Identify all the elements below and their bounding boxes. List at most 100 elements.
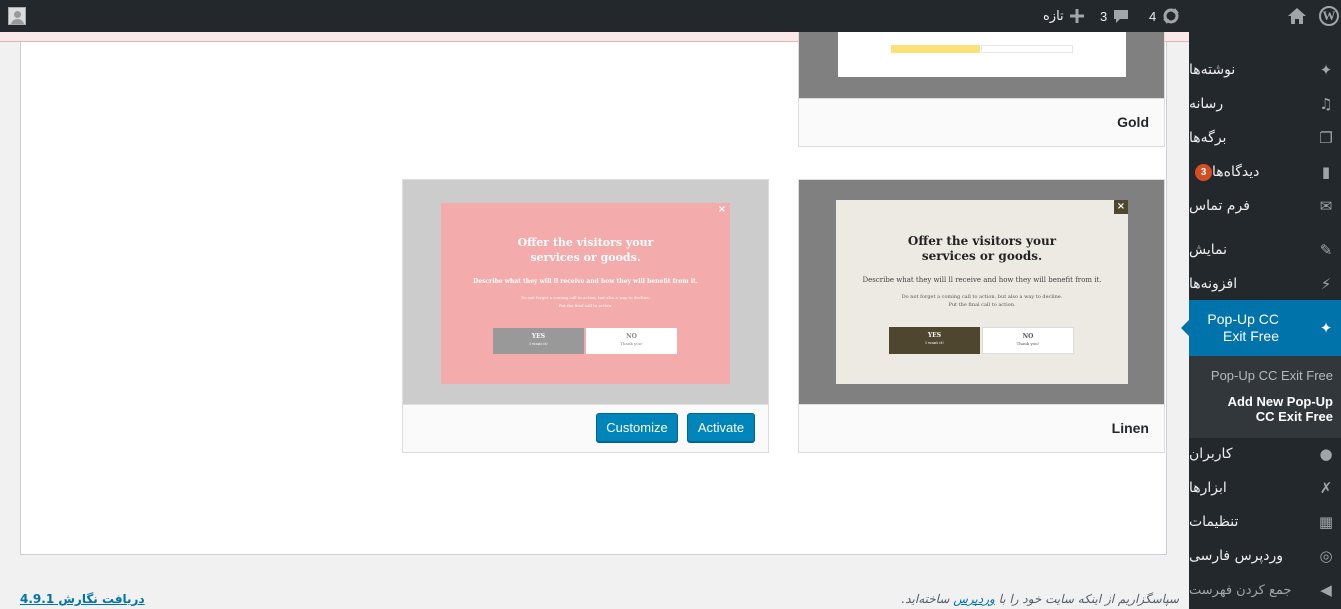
submenu-item-all-popups[interactable]: Pop-Up CC Exit Free <box>1193 368 1337 383</box>
menu-item-label: Pop-Up CC Exit Free <box>1207 311 1279 344</box>
popup-small-text-1: Do not forget a coming call to action, b… <box>901 294 1063 300</box>
submenu-item-add-new-popup[interactable]: Add New Pop-Up CC Exit Free <box>1211 394 1337 424</box>
menu-item-label: برگه‌ها <box>1189 130 1227 146</box>
themes-panel: Gold × Offer the visitors your services … <box>20 32 1167 555</box>
menu-item-appearance[interactable]: ✎ نمایش <box>1189 233 1341 267</box>
footer-upgrade-link[interactable]: دریافت نگارش 4.9.1 <box>20 592 145 606</box>
wordpress-icon: ◎ <box>1319 547 1333 565</box>
wordpress-link[interactable]: وردپرس <box>953 592 995 606</box>
settings-icon: ▦ <box>1318 513 1334 531</box>
popup-title: Offer the visitors your services or good… <box>517 236 654 264</box>
menu-item-collapse[interactable]: ◀ جمع کردن فهرست <box>1189 573 1341 607</box>
comment-icon: ▮ <box>1321 163 1331 181</box>
comments-count: 3 <box>1100 8 1108 24</box>
close-icon: × <box>717 204 727 215</box>
no-label: NO <box>1022 333 1034 340</box>
menu-item-popup-cc-exit[interactable]: ✦ Pop-Up CC Exit Free <box>1181 300 1341 356</box>
pink-popup-preview: × Offer the visitors your services or go… <box>441 203 730 384</box>
comments-menu[interactable]: 3 <box>1100 0 1129 32</box>
activate-button[interactable]: Activate <box>687 413 755 442</box>
menu-item-label: فرم تماس <box>1189 198 1250 214</box>
menu-item-label: وردپرس فارسی <box>1189 548 1284 564</box>
new-label: تازه <box>1043 8 1064 24</box>
menu-item-label: جمع کردن فهرست <box>1189 582 1292 598</box>
menu-item-users[interactable]: ● کاربران <box>1189 437 1341 471</box>
menu-item-settings[interactable]: ▦ تنظیمات <box>1189 505 1341 539</box>
avatar <box>8 7 26 25</box>
popup-small-text-2: Put the final call to action. <box>948 302 1016 308</box>
popup-no-button: NO Thank you! <box>982 327 1074 354</box>
theme-screenshot-pink: × Offer the visitors your services or go… <box>403 180 768 405</box>
theme-card-pink[interactable]: × Offer the visitors your services or go… <box>402 179 769 453</box>
menu-item-posts[interactable]: ✦ نوشته‌ها <box>1189 53 1341 87</box>
popup-description: Describe what they will ll receive and h… <box>473 278 698 285</box>
no-label: NO <box>626 333 637 340</box>
new-content-menu[interactable]: تازه <box>1043 0 1084 32</box>
comment-icon <box>1114 10 1129 23</box>
yes-label: YES <box>531 333 546 340</box>
theme-name-bar: Linen <box>799 404 1164 452</box>
theme-name: Gold <box>1117 114 1149 130</box>
plus-icon <box>1069 9 1084 23</box>
menu-item-contact-form[interactable]: ✉ فرم تماس <box>1189 189 1341 223</box>
comments-count-badge: 3 <box>1195 163 1212 181</box>
menu-item-label: افزونه‌ها <box>1189 276 1238 292</box>
theme-screenshot-linen: × Offer the visitors your services or go… <box>799 180 1164 405</box>
menu-item-label: ابزارها <box>1189 480 1227 496</box>
admin-menu: ✦ نوشته‌ها ♫ رسانه ❐ برگه‌ها ▮ دیدگاه‌ها… <box>1181 32 1341 609</box>
menu-item-wp-farsi[interactable]: ◎ وردپرس فارسی <box>1189 539 1341 573</box>
popup-title: Offer the visitors your services or good… <box>907 234 1057 263</box>
pin-icon: ✦ <box>1319 61 1333 79</box>
plugin-icon: ⚡ <box>1320 275 1332 293</box>
menu-item-pages[interactable]: ❐ برگه‌ها <box>1189 121 1341 155</box>
customize-button[interactable]: Customize <box>596 413 678 442</box>
popup-description: Describe what they will ll receive and h… <box>862 276 1102 284</box>
popup-small-text-1: Do not forget a coming call to action, b… <box>521 295 650 300</box>
popup-small-text-2: Put the final call to action. <box>558 303 613 308</box>
users-icon: ● <box>1319 445 1333 463</box>
no-sub-label: Thank you! <box>620 341 643 346</box>
menu-item-label: نوشته‌ها <box>1189 62 1236 78</box>
theme-screenshot-gold <box>799 32 1164 99</box>
brush-icon: ✎ <box>1319 241 1333 259</box>
updates-count: 4 <box>1149 8 1157 24</box>
linen-popup-preview: × Offer the visitors your services or go… <box>836 200 1128 384</box>
menu-item-tools[interactable]: ✗ ابزارها <box>1189 471 1341 505</box>
yes-sub-label: I want it! <box>925 340 944 345</box>
refresh-icon <box>1163 8 1180 24</box>
menu-item-label: تنظیمات <box>1189 514 1239 530</box>
footer-thankyou: سپاسگزاریم از اینکه سایت خود را با وردپر… <box>901 592 1179 606</box>
mail-icon: ✉ <box>1319 197 1333 215</box>
menu-item-comments[interactable]: ▮ دیدگاه‌ها 3 <box>1189 155 1341 189</box>
footer-thanks-prefix: سپاسگزاریم از اینکه سایت خود را با <box>998 592 1179 606</box>
theme-card-linen[interactable]: × Offer the visitors your services or go… <box>798 179 1165 453</box>
menu-item-label: دیدگاه‌ها <box>1212 164 1260 180</box>
wp-logo-menu[interactable]: W <box>1319 0 1339 32</box>
menu-item-plugins[interactable]: ⚡ افزونه‌ها <box>1189 267 1341 301</box>
popup-yes-button: YES I want it! <box>889 327 980 354</box>
menu-item-label: رسانه <box>1189 96 1224 112</box>
yes-label: YES <box>927 332 942 339</box>
admin-bar: تازه 3 4 W <box>0 0 1341 32</box>
gold-no-button-preview <box>981 45 1073 53</box>
wordpress-logo-icon: W <box>1319 6 1339 26</box>
yes-sub-label: I want it! <box>529 341 548 346</box>
popup-cc-submenu: Pop-Up CC Exit Free Add New Pop-Up CC Ex… <box>1189 356 1341 438</box>
no-sub-label: Thank you! <box>1016 341 1040 346</box>
wrench-icon: ✗ <box>1319 479 1333 497</box>
gold-yes-button-preview <box>891 45 980 53</box>
menu-item-label: نمایش <box>1189 242 1228 258</box>
theme-name-bar: Gold <box>799 98 1164 146</box>
collapse-icon: ◀ <box>1320 581 1332 599</box>
updates-menu[interactable]: 4 <box>1149 0 1180 32</box>
home-icon <box>1288 8 1306 24</box>
menu-item-media[interactable]: ♫ رسانه <box>1189 87 1341 121</box>
user-account-menu[interactable] <box>8 0 26 32</box>
theme-card-gold[interactable]: Gold <box>798 32 1165 147</box>
menu-item-label: کاربران <box>1189 446 1233 462</box>
site-home-link[interactable] <box>1288 0 1306 32</box>
theme-name: Linen <box>1111 420 1149 436</box>
footer-thanks-suffix: ساخته‌اید. <box>901 592 950 606</box>
pages-icon: ❐ <box>1319 129 1333 147</box>
popup-yes-button: YES I want it! <box>493 328 584 354</box>
